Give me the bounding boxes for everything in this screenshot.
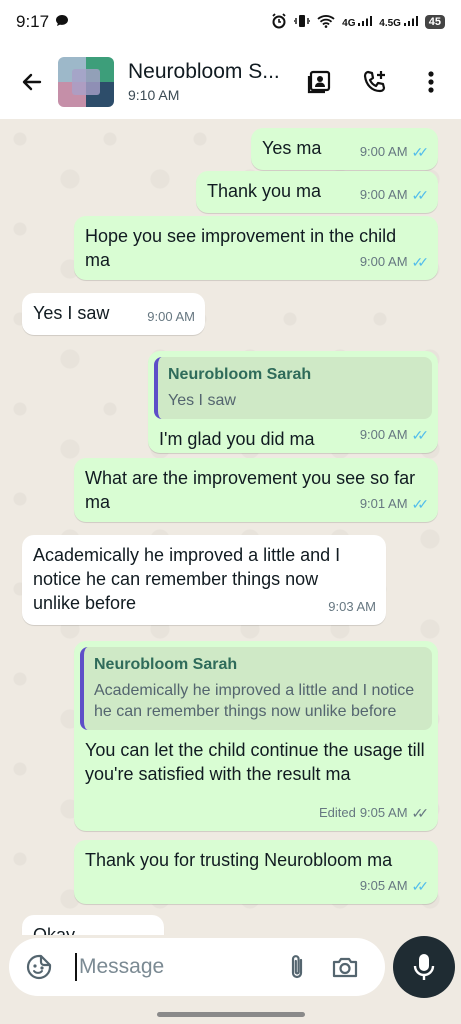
double-check-read-icon: ✓✓	[411, 427, 430, 443]
add-call-button[interactable]	[351, 58, 399, 106]
vibrate-icon	[293, 14, 311, 31]
message-bubble-outgoing[interactable]: Hope you see improvement in the child ma…	[74, 216, 438, 280]
contact-avatar[interactable]	[58, 56, 114, 107]
wifi-icon	[317, 14, 335, 31]
message-text: Thank you ma	[207, 181, 322, 201]
contact-info[interactable]: Neurobloom S... 9:10 AM	[128, 60, 288, 103]
message-text: Academically he improved a little and I …	[33, 545, 341, 613]
edited-label: Edited	[318, 805, 356, 820]
chat-bubble-icon	[55, 12, 69, 32]
battery-indicator: 45	[424, 15, 445, 29]
double-check-read-icon: ✓✓	[411, 187, 430, 203]
message-time: 9:00 AM	[359, 254, 408, 269]
quoted-text: Yes I saw	[168, 392, 236, 409]
contact-card-icon	[307, 70, 331, 93]
quoted-message[interactable]: Neurobloom Sarah Academically he improve…	[80, 647, 432, 730]
attach-button[interactable]	[277, 947, 317, 987]
camera-button[interactable]	[325, 947, 365, 987]
message-bubble-incoming[interactable]: Yes I saw 9:00 AM	[22, 293, 205, 335]
camera-icon	[332, 957, 358, 978]
kebab-menu-icon	[428, 70, 434, 93]
message-bubble-outgoing[interactable]: Thank you ma 9:00 AM ✓✓	[196, 171, 438, 213]
home-gesture-bar[interactable]	[157, 1012, 305, 1017]
contact-name: Neurobloom S...	[128, 60, 280, 83]
signal-45g-icon: 4.5G	[379, 15, 418, 29]
message-composer	[9, 938, 385, 996]
message-bubble-incoming[interactable]: Okay	[22, 915, 164, 935]
message-input[interactable]	[79, 955, 269, 979]
message-bubble-outgoing[interactable]: What are the improvement you see so far …	[74, 458, 438, 522]
network-4g-label: 4G	[342, 17, 356, 29]
microphone-icon	[413, 954, 435, 980]
status-bar: 9:17 4G 4.5G 45	[0, 0, 461, 44]
message-text: I'm glad you did ma	[159, 429, 315, 449]
back-arrow-icon	[22, 73, 42, 90]
quoted-author: Neurobloom Sarah	[94, 656, 238, 673]
double-check-read-icon: ✓✓	[411, 144, 430, 160]
message-bubble-outgoing[interactable]: Thank you for trusting Neurobloom ma 9:0…	[74, 840, 438, 904]
message-text: You can let the child continue the usage…	[85, 740, 425, 784]
network-45g-label: 4.5G	[379, 17, 401, 29]
chat-header: Neurobloom S... 9:10 AM	[0, 44, 461, 119]
message-bubble-incoming[interactable]: Academically he improved a little and I …	[22, 535, 386, 625]
message-text: Yes I saw	[33, 303, 110, 323]
back-button[interactable]	[6, 56, 58, 108]
message-time: 9:05 AM	[359, 805, 408, 820]
signal-4g-icon: 4G	[342, 15, 373, 29]
phone-add-icon	[363, 70, 386, 92]
message-list[interactable]: Yes ma 9:00 AM ✓✓ Thank you ma 9:00 AM ✓✓ …	[0, 119, 461, 935]
message-time: 9:00 AM	[359, 144, 408, 159]
video-call-button[interactable]	[295, 58, 343, 106]
paperclip-icon	[291, 955, 303, 979]
more-options-button[interactable]	[407, 58, 455, 106]
message-time: 9:00 AM	[359, 187, 408, 202]
double-check-read-icon: ✓✓	[411, 254, 430, 270]
message-text: Yes ma	[262, 138, 322, 158]
last-seen: 9:10 AM	[128, 87, 180, 103]
message-bubble-outgoing[interactable]: Yes ma 9:00 AM ✓✓	[251, 128, 438, 170]
quoted-text: Academically he improved a little and I …	[94, 682, 415, 720]
message-time: 9:03 AM	[328, 599, 376, 614]
emoji-sticker-button[interactable]	[21, 949, 57, 985]
message-bubble-outgoing-reply[interactable]: Neurobloom Sarah Academically he improve…	[74, 641, 438, 831]
message-text: Okay	[33, 925, 76, 935]
message-bubble-outgoing-reply[interactable]: Neurobloom Sarah Yes I saw I'm glad you …	[148, 351, 438, 453]
quoted-author: Neurobloom Sarah	[168, 366, 312, 383]
message-text: Thank you for trusting Neurobloom ma	[85, 850, 393, 870]
double-check-read-icon: ✓✓	[411, 496, 430, 512]
double-check-read-icon: ✓✓	[411, 878, 430, 894]
sticker-icon	[26, 954, 52, 980]
message-text: Hope you see improvement in the child ma	[85, 226, 397, 270]
message-time: 9:00 AM	[147, 309, 195, 324]
message-time: 9:00 AM	[359, 427, 408, 442]
double-check-delivered-icon: ✓✓	[411, 805, 430, 821]
alarm-icon	[271, 12, 287, 32]
message-time: 9:05 AM	[359, 878, 408, 893]
voice-message-button[interactable]	[393, 936, 455, 998]
status-time: 9:17	[16, 12, 50, 31]
message-time: 9:01 AM	[359, 496, 408, 511]
quoted-message[interactable]: Neurobloom Sarah Yes I saw	[154, 357, 432, 419]
text-cursor	[75, 953, 77, 981]
